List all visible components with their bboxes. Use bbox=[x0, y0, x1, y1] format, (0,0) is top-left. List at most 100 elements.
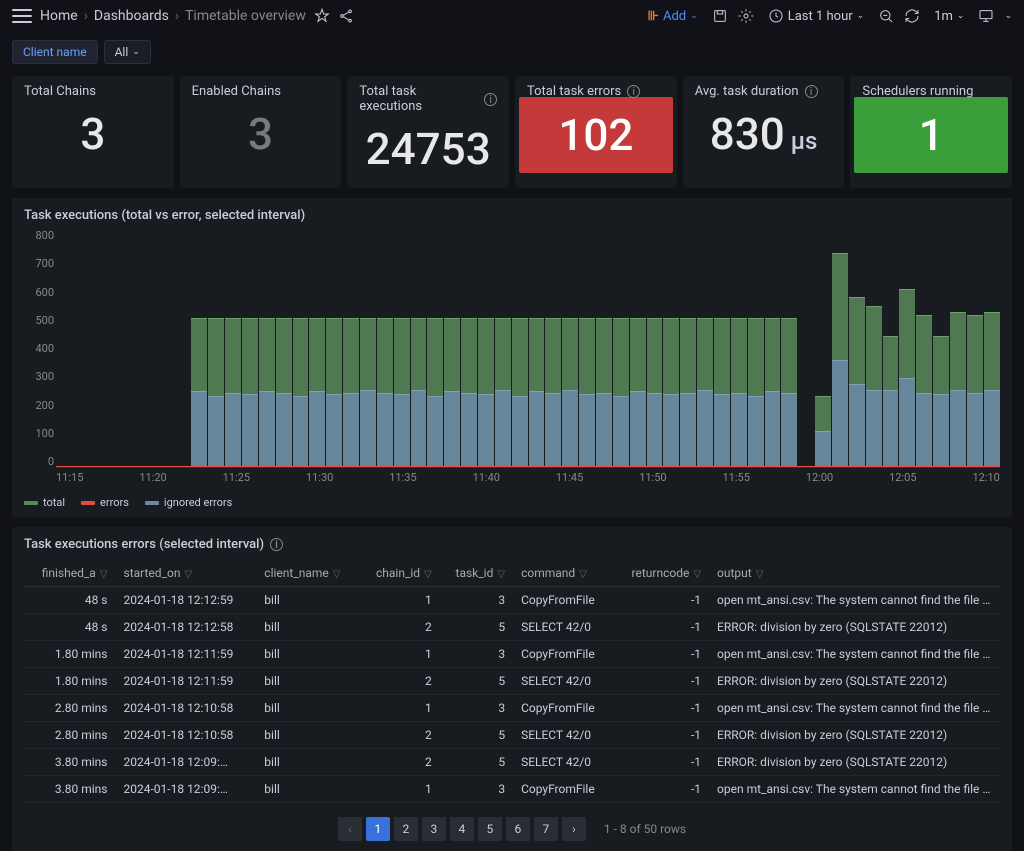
filter-icon[interactable]: ▽ bbox=[333, 569, 341, 580]
bar-group[interactable] bbox=[933, 229, 950, 467]
stat-total-chains[interactable]: Total Chains 3 bbox=[12, 76, 174, 188]
add-button[interactable]: ⊪ Add ⌄ bbox=[644, 7, 702, 26]
bar-group[interactable] bbox=[511, 229, 528, 467]
stat-enabled-chains[interactable]: Enabled Chains 3 bbox=[180, 76, 342, 188]
table-row[interactable]: 2.80 mins2024-01-18 12:10:58bill13CopyFr… bbox=[24, 695, 1000, 722]
bar-group[interactable] bbox=[309, 229, 326, 467]
col-command[interactable]: command▽ bbox=[513, 560, 613, 587]
chart-panel[interactable]: Task executions (total vs error, selecte… bbox=[12, 198, 1012, 517]
chevron-down-icon[interactable]: ⌄ bbox=[1004, 11, 1012, 21]
bar-group[interactable] bbox=[629, 229, 646, 467]
bar-group[interactable] bbox=[832, 229, 849, 467]
page-button[interactable]: 5 bbox=[478, 817, 502, 841]
table-row[interactable]: 2.80 mins2024-01-18 12:10:58bill25SELECT… bbox=[24, 722, 1000, 749]
bar-group[interactable] bbox=[865, 229, 882, 467]
bar-group[interactable] bbox=[815, 229, 832, 467]
bar-group[interactable] bbox=[545, 229, 562, 467]
bar-group[interactable] bbox=[208, 229, 225, 467]
filter-icon[interactable]: ▽ bbox=[756, 569, 764, 580]
table-row[interactable]: 3.80 mins2024-01-18 12:09:…bill25SELECT … bbox=[24, 749, 1000, 776]
bar-group[interactable] bbox=[326, 229, 343, 467]
monitor-icon[interactable] bbox=[978, 8, 994, 24]
bar-group[interactable] bbox=[123, 229, 140, 467]
time-range-button[interactable]: Last 1 hour ⌄ bbox=[764, 6, 868, 26]
bar-group[interactable] bbox=[646, 229, 663, 467]
bar-group[interactable] bbox=[90, 229, 107, 467]
bar-group[interactable] bbox=[107, 229, 124, 467]
bar-group[interactable] bbox=[461, 229, 478, 467]
bar-group[interactable] bbox=[393, 229, 410, 467]
breadcrumb-dashboards[interactable]: Dashboards bbox=[94, 8, 169, 24]
info-icon[interactable]: i bbox=[270, 538, 283, 551]
bar-group[interactable] bbox=[730, 229, 747, 467]
menu-icon[interactable] bbox=[12, 9, 32, 23]
bar-group[interactable] bbox=[73, 229, 90, 467]
bar-group[interactable] bbox=[882, 229, 899, 467]
table-row[interactable]: 1.80 mins2024-01-18 12:11:59bill13CopyFr… bbox=[24, 641, 1000, 668]
bar-group[interactable] bbox=[56, 229, 73, 467]
bar-group[interactable] bbox=[680, 229, 697, 467]
bar-group[interactable] bbox=[343, 229, 360, 467]
col-started-on[interactable]: started_on▽ bbox=[116, 560, 257, 587]
bar-group[interactable] bbox=[697, 229, 714, 467]
legend-ignored[interactable]: ignored errors bbox=[145, 496, 232, 509]
col-task-id[interactable]: task_id▽ bbox=[440, 560, 513, 587]
bar-group[interactable] bbox=[966, 229, 983, 467]
refresh-interval-button[interactable]: 1m ⌄ bbox=[930, 7, 968, 26]
bar-group[interactable] bbox=[579, 229, 596, 467]
bar-group[interactable] bbox=[410, 229, 427, 467]
page-button[interactable]: 2 bbox=[394, 817, 418, 841]
bar-group[interactable] bbox=[663, 229, 680, 467]
filter-client-name-label[interactable]: Client name bbox=[12, 40, 98, 64]
bar-group[interactable] bbox=[494, 229, 511, 467]
bar-group[interactable] bbox=[140, 229, 157, 467]
filter-icon[interactable]: ▽ bbox=[100, 569, 108, 580]
stat-schedulers[interactable]: Schedulers running 1 bbox=[850, 76, 1012, 188]
bar-group[interactable] bbox=[714, 229, 731, 467]
filter-icon[interactable]: ▽ bbox=[184, 569, 192, 580]
table-row[interactable]: 3.80 mins2024-01-18 12:09:…bill13CopyFro… bbox=[24, 776, 1000, 803]
table-row[interactable]: 48 s2024-01-18 12:12:58bill25SELECT 42/0… bbox=[24, 614, 1000, 641]
filter-icon[interactable]: ▽ bbox=[497, 569, 505, 580]
legend-errors[interactable]: errors bbox=[81, 496, 129, 509]
page-next-button[interactable]: › bbox=[562, 817, 586, 841]
info-icon[interactable]: i bbox=[805, 85, 818, 98]
bar-group[interactable] bbox=[596, 229, 613, 467]
table-row[interactable]: 1.80 mins2024-01-18 12:11:59bill25SELECT… bbox=[24, 668, 1000, 695]
col-chain-id[interactable]: chain_id▽ bbox=[359, 560, 439, 587]
bar-group[interactable] bbox=[950, 229, 967, 467]
filter-client-name-value[interactable]: All ⌄ bbox=[104, 40, 151, 64]
save-icon[interactable] bbox=[712, 8, 728, 24]
bar-group[interactable] bbox=[258, 229, 275, 467]
col-client-name[interactable]: client_name▽ bbox=[256, 560, 359, 587]
info-icon[interactable]: i bbox=[484, 93, 497, 106]
filter-icon[interactable]: ▽ bbox=[693, 569, 701, 580]
bar-group[interactable] bbox=[275, 229, 292, 467]
gear-icon[interactable] bbox=[738, 8, 754, 24]
filter-icon[interactable]: ▽ bbox=[579, 569, 587, 580]
bar-group[interactable] bbox=[477, 229, 494, 467]
bar-group[interactable] bbox=[191, 229, 208, 467]
page-button[interactable]: 7 bbox=[534, 817, 558, 841]
page-button[interactable]: 4 bbox=[450, 817, 474, 841]
bar-group[interactable] bbox=[899, 229, 916, 467]
bar-group[interactable] bbox=[157, 229, 174, 467]
legend-total[interactable]: total bbox=[24, 496, 65, 509]
col-output[interactable]: output▽ bbox=[709, 560, 1000, 587]
col-returncode[interactable]: returncode▽ bbox=[613, 560, 709, 587]
bar-group[interactable] bbox=[376, 229, 393, 467]
col-finished-at[interactable]: finished_a▽ bbox=[24, 560, 116, 587]
bar-group[interactable] bbox=[798, 229, 815, 467]
refresh-icon[interactable] bbox=[904, 8, 920, 24]
stat-total-errors[interactable]: Total task errorsi 102 bbox=[515, 76, 677, 188]
bar-group[interactable] bbox=[764, 229, 781, 467]
table-row[interactable]: 48 s2024-01-18 12:12:59bill13CopyFromFil… bbox=[24, 587, 1000, 614]
star-icon[interactable] bbox=[314, 8, 330, 24]
share-icon[interactable] bbox=[338, 8, 354, 24]
page-button[interactable]: 3 bbox=[422, 817, 446, 841]
stat-total-executions[interactable]: Total task executionsi 24753 bbox=[347, 76, 509, 188]
bar-group[interactable] bbox=[225, 229, 242, 467]
bar-group[interactable] bbox=[562, 229, 579, 467]
bar-group[interactable] bbox=[359, 229, 376, 467]
page-prev-button[interactable]: ‹ bbox=[338, 817, 362, 841]
